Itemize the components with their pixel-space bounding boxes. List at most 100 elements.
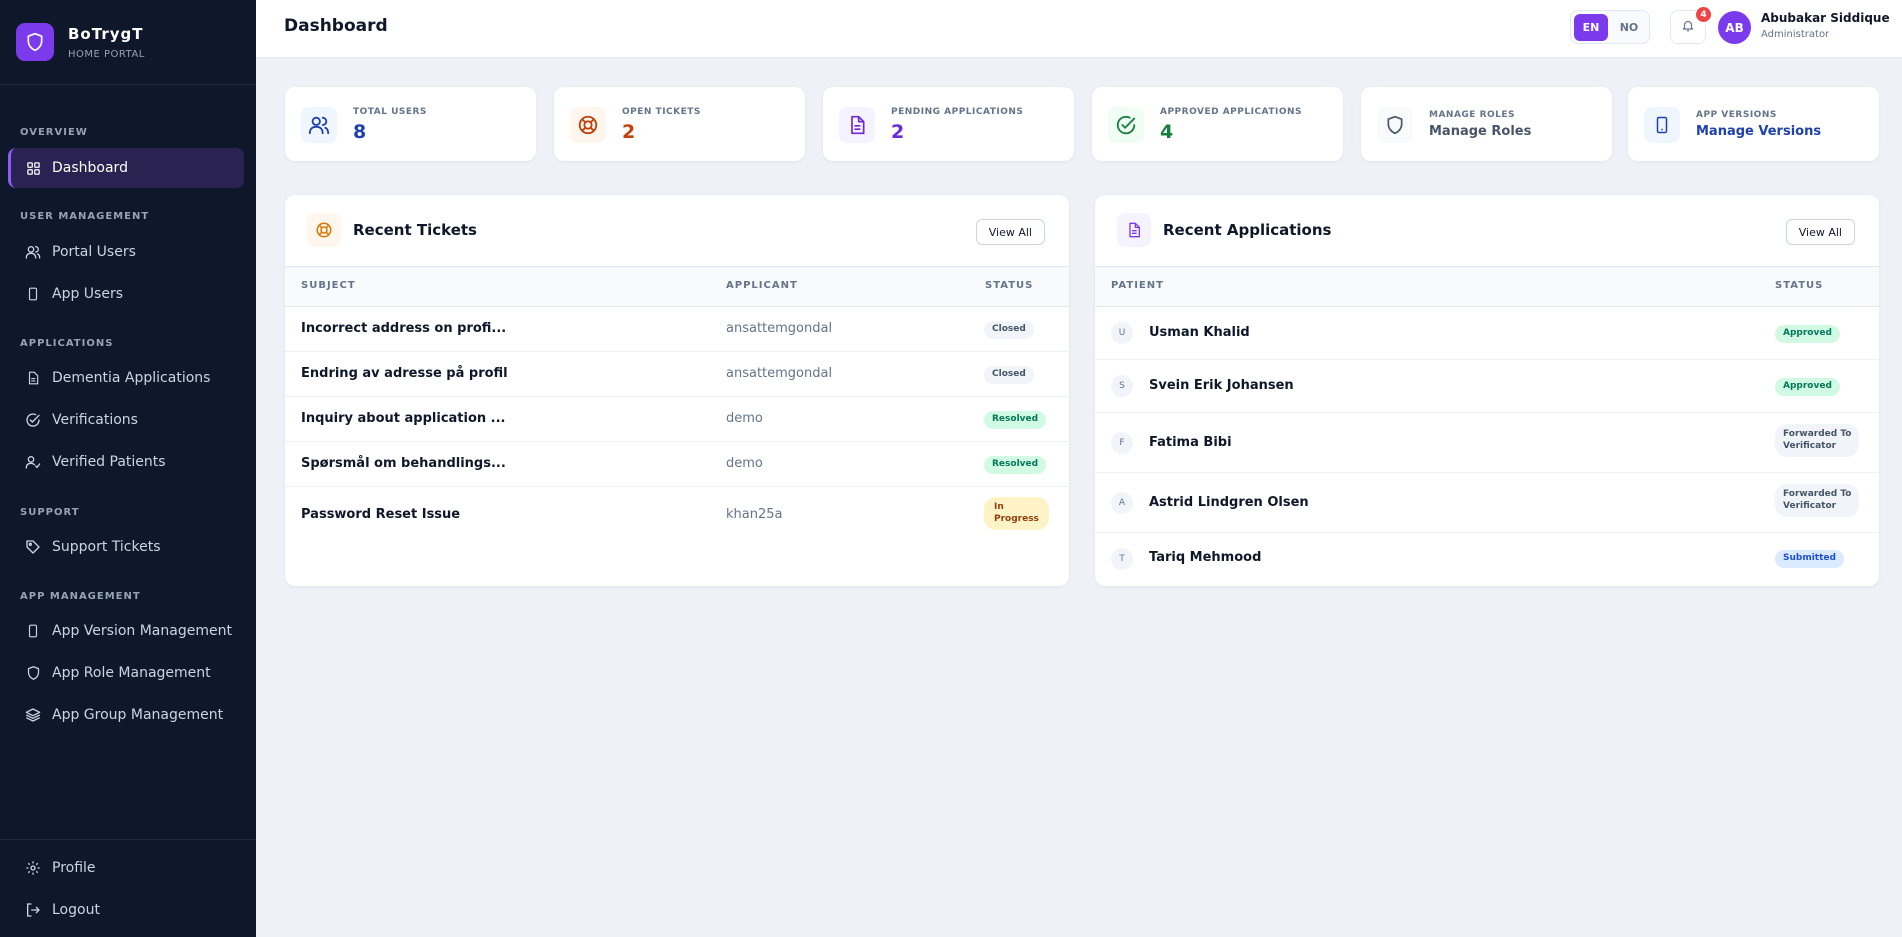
stat-card-open-tickets[interactable]: OPEN TICKETS 2 (554, 87, 805, 161)
sidebar-item-label: App Group Management (52, 707, 224, 723)
sidebar-item-portal-users[interactable]: Portal Users (8, 232, 244, 272)
stat-card-pending-applications[interactable]: PENDING APPLICATIONS 2 (823, 87, 1074, 161)
sidebar-item-logout[interactable]: Logout (8, 890, 244, 930)
bell-icon (1681, 18, 1695, 37)
grid-icon (24, 159, 42, 177)
brand-subtitle: HOME PORTAL (68, 48, 145, 60)
ticket-subject: Incorrect address on profi... (301, 321, 507, 336)
sidebar-item-label: Verifications (52, 412, 138, 428)
stat-value: 2 (622, 121, 636, 143)
column-header-status[interactable]: STATUS (1775, 280, 1823, 291)
section-overview: OVERVIEW (20, 127, 88, 138)
shield-icon (1377, 107, 1413, 143)
status-badge: Resolved (984, 456, 1047, 474)
patient-name: Tariq Mehmood (1149, 550, 1262, 565)
sidebar-item-app-role-management[interactable]: App Role Management (8, 653, 244, 693)
section-support: SUPPORT (20, 507, 80, 518)
status-line: Forwarded To (1783, 489, 1852, 499)
stat-value: 2 (891, 121, 905, 143)
recent-tickets-panel: Recent Tickets View All SUBJECT APPLICAN… (285, 195, 1069, 586)
sidebar-item-dashboard[interactable]: Dashboard (8, 148, 244, 188)
language-en-button[interactable]: EN (1574, 13, 1608, 41)
status-badge: Closed (984, 366, 1034, 384)
top-header: Dashboard EN NO 4 AB Abubakar Siddique A… (256, 0, 1902, 58)
sidebar-item-app-group-management[interactable]: App Group Management (8, 695, 244, 735)
table-row[interactable]: Endring av adresse på profil ansattemgon… (285, 352, 1069, 397)
status-badge: Closed (984, 321, 1034, 339)
sidebar-item-label: App Role Management (52, 665, 211, 681)
user-check-icon (24, 453, 42, 471)
users-icon (24, 243, 42, 261)
column-header-subject[interactable]: SUBJECT (301, 280, 356, 291)
column-header-applicant[interactable]: APPLICANT (726, 280, 798, 291)
sidebar-item-label: Dementia Applications (52, 370, 211, 386)
ticket-subject: Endring av adresse på profil (301, 366, 508, 381)
sidebar-footer (0, 839, 256, 840)
sidebar-item-verified-patients[interactable]: Verified Patients (8, 442, 244, 482)
table-header: SUBJECT APPLICANT STATUS (285, 267, 1069, 307)
document-icon (839, 107, 875, 143)
sidebar-item-label: App Version Management (52, 623, 232, 639)
sidebar-item-label: App Users (52, 286, 124, 302)
layers-icon (24, 706, 42, 724)
section-app-management: APP MANAGEMENT (20, 591, 141, 602)
stat-card-approved-applications[interactable]: APPROVED APPLICATIONS 4 (1092, 87, 1343, 161)
stat-label: PENDING APPLICATIONS (891, 107, 1024, 117)
mobile-icon (24, 622, 42, 640)
avatar[interactable]: AB (1718, 11, 1751, 44)
column-header-patient[interactable]: PATIENT (1111, 280, 1164, 291)
table-row[interactable]: F Fatima Bibi Forwarded To Verificator (1095, 413, 1879, 473)
stat-card-manage-roles[interactable]: MANAGE ROLES Manage Roles (1361, 87, 1612, 161)
patient-name: Usman Khalid (1149, 325, 1250, 340)
sidebar-item-label: Verified Patients (52, 454, 166, 470)
sidebar-item-app-users[interactable]: App Users (8, 274, 244, 314)
sidebar-item-label: Dashboard (52, 160, 128, 176)
view-all-applications-button[interactable]: View All (1785, 219, 1855, 245)
lifebuoy-icon (570, 107, 606, 143)
table-header: PATIENT STATUS (1095, 267, 1879, 307)
users-icon (301, 107, 337, 143)
lifebuoy-icon (307, 213, 341, 247)
panel-header: Recent Applications View All (1095, 195, 1879, 267)
user-name: Abubakar Siddique (1761, 11, 1890, 25)
shield-icon (24, 664, 42, 682)
stat-label: APPROVED APPLICATIONS (1160, 107, 1302, 117)
stat-card-total-users[interactable]: TOTAL USERS 8 (285, 87, 536, 161)
column-header-status[interactable]: STATUS (985, 280, 1033, 291)
brand-name: BoTrygT (68, 24, 144, 43)
sidebar-item-support-tickets[interactable]: Support Tickets (8, 527, 244, 567)
ticket-applicant: demo (726, 411, 763, 426)
status-badge: Approved (1775, 378, 1840, 396)
status-badge: Forwarded To Verificator (1775, 484, 1860, 518)
table-row[interactable]: S Svein Erik Johansen Approved (1095, 360, 1879, 413)
table-row[interactable]: A Astrid Lindgren Olsen Forwarded To Ver… (1095, 473, 1879, 533)
language-switch: EN NO (1570, 10, 1650, 44)
table-row[interactable]: T Tariq Mehmood Submitted (1095, 533, 1879, 585)
recent-applications-panel: Recent Applications View All PATIENT STA… (1095, 195, 1879, 586)
table-row[interactable]: Inquiry about application ... demo Resol… (285, 397, 1069, 442)
sidebar-item-label: Portal Users (52, 244, 136, 260)
manage-versions-link[interactable]: Manage Versions (1696, 124, 1821, 139)
table-row[interactable]: Spørsmål om behandlings... demo Resolved (285, 442, 1069, 487)
sidebar-item-profile[interactable]: Profile (8, 848, 244, 888)
page-title: Dashboard (284, 16, 388, 36)
section-user-management: USER MANAGEMENT (20, 211, 150, 222)
status-line: Forwarded To (1783, 429, 1852, 439)
table-row[interactable]: U Usman Khalid Approved (1095, 307, 1879, 360)
patient-initial: A (1111, 492, 1133, 514)
mobile-icon (24, 285, 42, 303)
sidebar-item-dementia-applications[interactable]: Dementia Applications (8, 358, 244, 398)
sidebar-item-verifications[interactable]: Verifications (8, 400, 244, 440)
stat-label: TOTAL USERS (353, 107, 427, 117)
tag-icon (24, 538, 42, 556)
table-row[interactable]: Password Reset Issue khan25a In Progress (285, 487, 1069, 547)
sidebar-item-app-version-management[interactable]: App Version Management (8, 611, 244, 651)
manage-roles-link[interactable]: Manage Roles (1429, 124, 1531, 139)
language-no-button[interactable]: NO (1612, 14, 1646, 41)
ticket-applicant: ansattemgondal (726, 366, 833, 381)
table-row[interactable]: Incorrect address on profi... ansattemgo… (285, 307, 1069, 352)
notifications-button[interactable]: 4 (1670, 7, 1711, 44)
stat-card-app-versions[interactable]: APP VERSIONS Manage Versions (1628, 87, 1879, 161)
view-all-tickets-button[interactable]: View All (975, 219, 1045, 245)
panel-title: Recent Tickets (353, 221, 477, 239)
